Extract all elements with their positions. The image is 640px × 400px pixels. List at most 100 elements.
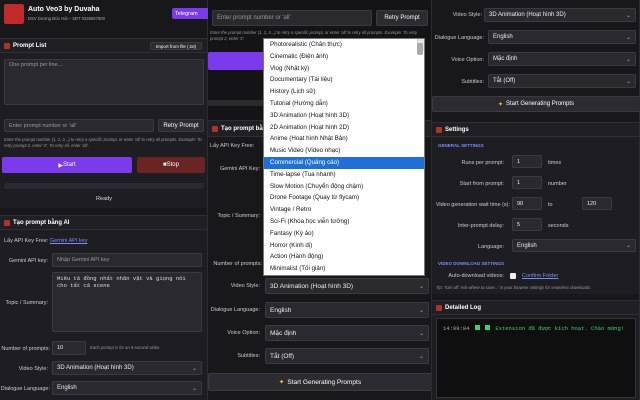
r-voice-label: Voice Option: [451, 57, 484, 63]
mid-subtitle-label: Subtitles: [237, 353, 260, 359]
status-text: Ready [96, 196, 112, 202]
telegram-button[interactable]: Telegram [172, 8, 208, 19]
dropdown-option[interactable]: Vlog (Nhật ký) [264, 63, 424, 75]
import-button[interactable]: Import from file (.txt) [150, 42, 202, 50]
app-title: Auto Veo3 by Duvaha [28, 6, 100, 13]
runs-unit: times [548, 160, 562, 166]
check-icon [474, 325, 480, 330]
sparkle-icon: ✦ [278, 379, 285, 386]
mid-style-label: Video Style: [230, 283, 260, 289]
dropdown-scroll-thumb[interactable] [417, 43, 423, 55]
dropdown-option[interactable]: Action (Hành động) [264, 251, 424, 263]
prompt-textarea[interactable]: One prompt per line... [4, 59, 204, 105]
retry-button[interactable]: Retry Prompt [158, 119, 204, 132]
style-dropdown-list[interactable]: Photorealistic (Chân thực) Cinematic (Điệ… [263, 38, 425, 276]
dropdown-option[interactable]: 3D Animation (Hoạt hình 3D) [264, 110, 424, 122]
wait-from-input[interactable]: 90 [512, 197, 542, 210]
mid-generate-button[interactable]: ✦ Start Generating Prompts [208, 373, 431, 391]
mid-style-select[interactable]: 3D Animation (Hoạt hình 3D) [265, 278, 429, 294]
dropdown-option[interactable]: Minimalist (Tối giản) [264, 263, 424, 275]
mid-progress [208, 100, 264, 106]
wait-to-label: to [548, 202, 553, 208]
start-from-label: Start from prompt: [459, 181, 504, 187]
dropdown-option[interactable]: Commercial (Quảng cáo) [264, 156, 424, 169]
prompt-list-section: Prompt List Import from file (.txt) One … [0, 38, 207, 208]
stop-button[interactable]: ■ Stop [137, 157, 205, 173]
dropdown-option[interactable]: Horror (Kinh dị) [264, 240, 424, 252]
log-timestamp: 14:09:04 [443, 325, 470, 332]
start-button[interactable]: ▶ Start [2, 157, 132, 173]
general-settings-heading: GENERAL SETTINGS [438, 143, 484, 148]
sparkle-icon: ✦ [497, 101, 503, 108]
ai-gen-header: Tạo prompt bằng AI [0, 216, 207, 230]
dropdown-option[interactable]: History (Lịch sử) [264, 86, 424, 98]
num-input[interactable]: 10 [52, 341, 86, 355]
r-subtitle-select[interactable]: Tắt (Off) [488, 74, 636, 88]
wait-label: Video generation wait time (s): [435, 202, 510, 208]
mid-gemini-label: Gemini API Key: [219, 166, 260, 172]
r-lang-label: Dialogue Language: [434, 35, 484, 41]
start-from-input[interactable]: 1 [512, 176, 542, 189]
app-subtitle: DSV Dương Đức Hải – SĐT 0336667800 [28, 16, 105, 21]
auto-download-label: Auto-download videos: [448, 273, 504, 279]
dropdown-option[interactable]: Slow Motion (Chuyển động chậm) [264, 181, 424, 193]
dropdown-option[interactable]: Photorealistic (Chân thực) [264, 39, 424, 51]
mid-voice-select[interactable]: Mặc định [265, 325, 429, 341]
confirm-folder-link[interactable]: Confirm Folder [522, 273, 558, 279]
style-label: Video Style: [18, 366, 48, 372]
mid-voice-label: Voice Option: [227, 330, 260, 336]
dropdown-option[interactable]: Vintage / Retro [264, 204, 424, 216]
r-lang-select[interactable]: English [488, 30, 636, 44]
delay-unit: seconds [548, 223, 569, 229]
list-icon [4, 42, 10, 49]
log-icon [436, 304, 442, 311]
r-style-select[interactable]: 3D Animation (Hoạt hình 3D) [484, 8, 636, 22]
style-select[interactable]: 3D Animation (Hoạt hình 3D) [52, 361, 202, 375]
mid-topic-label: Topic / Summary: [217, 213, 260, 219]
mid-lang-label: Dialogue Language: [210, 307, 260, 313]
dropdown-option[interactable]: Music Video (Video nhạc) [264, 145, 424, 157]
left-panel: Auto Veo3 by Duvaha DSV Dương Đức Hải – … [0, 0, 208, 400]
dropdown-option[interactable]: Anime (Hoạt hình Nhật Bản) [264, 133, 424, 145]
api-key-link[interactable]: Gemini API key [50, 238, 88, 244]
dropdown-option[interactable]: Documentary (Tài liệu) [264, 74, 424, 86]
settings-section: Settings GENERAL SETTINGS Runs per promp… [432, 122, 639, 294]
sparkle-icon [4, 219, 10, 226]
r-style-label: Video Style: [452, 12, 482, 18]
wait-to-input[interactable]: 120 [582, 197, 612, 210]
retry-input[interactable]: Enter prompt number or 'all' [4, 119, 154, 132]
dropdown-option[interactable]: Drone Footage (Quay từ flycam) [264, 192, 424, 204]
dropdown-option[interactable]: Tutorial (Hướng dẫn) [264, 98, 424, 110]
r-generate-button[interactable]: ✦ Start Generating Prompts [432, 96, 639, 112]
retry-note: Enter the prompt number (1, 2, 3...) to … [4, 137, 202, 148]
language-select[interactable]: English [512, 239, 636, 252]
gemini-label: Gemini API key: [8, 258, 48, 264]
topic-textarea[interactable]: Miêu tả đồng nhất nhân vật và giọng nói … [52, 272, 202, 332]
mid-lang-select[interactable]: English [265, 302, 429, 318]
progress-bar [4, 183, 204, 189]
mid-start-button[interactable] [208, 52, 264, 70]
mid-subtitle-select[interactable]: Tắt (Off) [265, 348, 429, 364]
dropdown-option[interactable]: Time-lapse (Tua nhanh) [264, 169, 424, 181]
dropdown-option[interactable]: Sci-Fi (Khoa học viễn tưởng) [264, 216, 424, 228]
r-voice-select[interactable]: Mặc định [488, 52, 636, 66]
mid-retry-button[interactable]: Retry Prompt [376, 10, 428, 26]
runs-input[interactable]: 1 [512, 155, 542, 168]
gemini-input[interactable]: Nhập Gemini API key [52, 253, 202, 267]
num-note: Each prompt is for an 8-second video [90, 345, 160, 350]
mid-retry-input[interactable]: Enter prompt number or 'all' [212, 10, 372, 26]
settings-header: Settings [432, 123, 639, 137]
topic-label: Topic / Summary: [5, 300, 48, 306]
dropdown-option[interactable]: Cinematic (Điện ảnh) [264, 51, 424, 63]
log-message: Extension đã được kích hoạt. Chào mừng! [495, 325, 625, 332]
delay-input[interactable]: 5 [512, 218, 542, 231]
ai-gen-section: Tạo prompt bằng AI Lấy API Key Free: Gem… [0, 215, 207, 400]
dropdown-scrollbar[interactable] [417, 39, 424, 55]
lang-label: Dialogue Language: [0, 386, 50, 392]
dropdown-option[interactable]: Fantasy (Kỳ ảo) [264, 228, 424, 240]
delay-label: Inter-prompt delay: [457, 223, 504, 229]
gear-icon [436, 126, 442, 133]
lang-select[interactable]: English [52, 381, 202, 395]
auto-download-checkbox[interactable] [510, 273, 516, 279]
dropdown-option[interactable]: 2D Animation (Hoạt hình 2D) [264, 122, 424, 134]
